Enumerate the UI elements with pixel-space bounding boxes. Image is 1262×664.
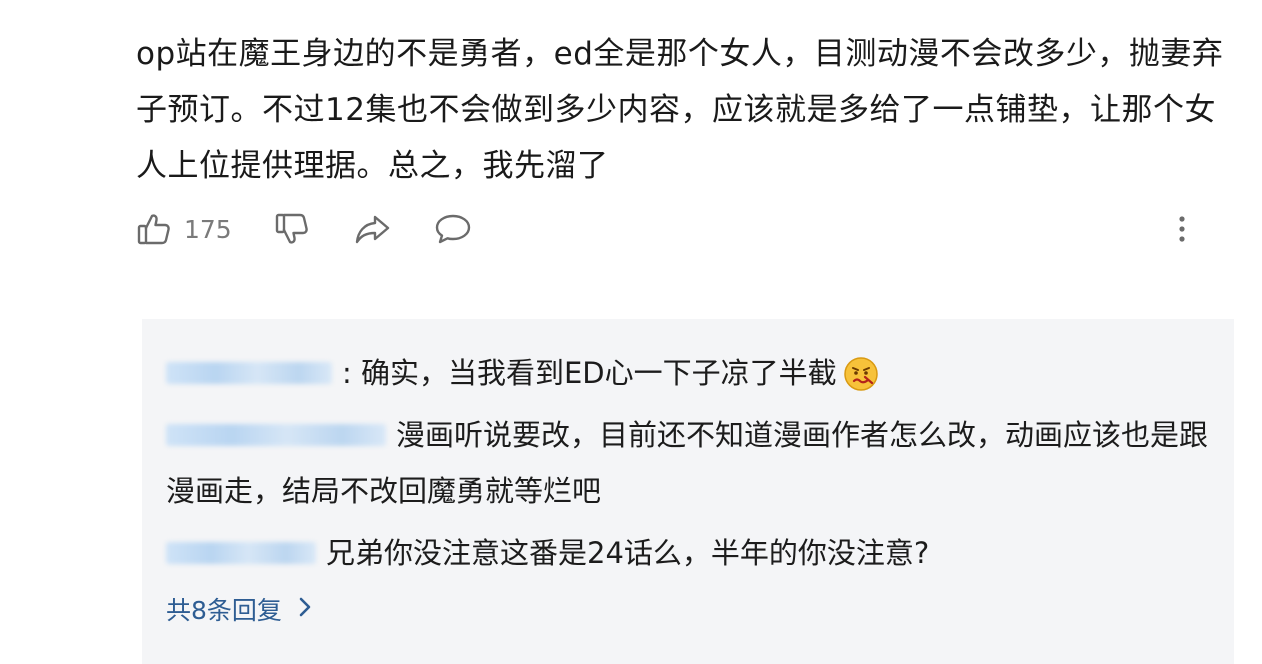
view-all-replies-label: 共8条回复	[166, 596, 282, 625]
share-icon	[354, 211, 392, 247]
reply-item: : 确实，当我看到ED心一下子凉了半截	[166, 345, 1216, 401]
comment-action-bar: 175	[136, 208, 1200, 250]
blurred-username[interactable]	[166, 362, 332, 384]
replies-panel: : 确实，当我看到ED心一下子凉了半截 漫画听说要改，目前还不知道漫画作者怎么改…	[142, 319, 1234, 664]
reply-text: : 确实，当我看到ED心一下子凉了半截	[342, 356, 837, 390]
share-button[interactable]	[354, 208, 392, 250]
thumbs-down-icon	[274, 211, 310, 247]
more-options-button[interactable]	[1172, 208, 1192, 250]
reply-text: 兄弟你没注意这番是24话么，半年的你没注意?	[326, 536, 930, 570]
comment-text: op站在魔王身边的不是勇者，ed全是那个女人，目测动漫不会改多少，抛妻弃子预订。…	[136, 36, 1224, 184]
reply-item: 漫画听说要改，目前还不知道漫画作者怎么改，动画应该也是跟漫画走，结局不改回魔勇就…	[166, 407, 1216, 519]
dislike-button[interactable]	[274, 208, 310, 250]
thumbs-up-icon	[136, 211, 172, 247]
more-vertical-icon	[1172, 211, 1192, 247]
emoji-icon	[843, 354, 879, 391]
blurred-username[interactable]	[166, 542, 316, 564]
blurred-username[interactable]	[166, 424, 386, 446]
view-all-replies-link[interactable]: 共8条回复	[166, 591, 312, 627]
reply-item: 兄弟你没注意这番是24话么，半年的你没注意?	[166, 525, 1216, 581]
chevron-right-icon	[282, 595, 312, 624]
like-button[interactable]: 175	[136, 208, 232, 250]
comment-button[interactable]	[434, 208, 472, 250]
comment-icon	[434, 211, 472, 247]
like-count: 175	[184, 214, 232, 244]
